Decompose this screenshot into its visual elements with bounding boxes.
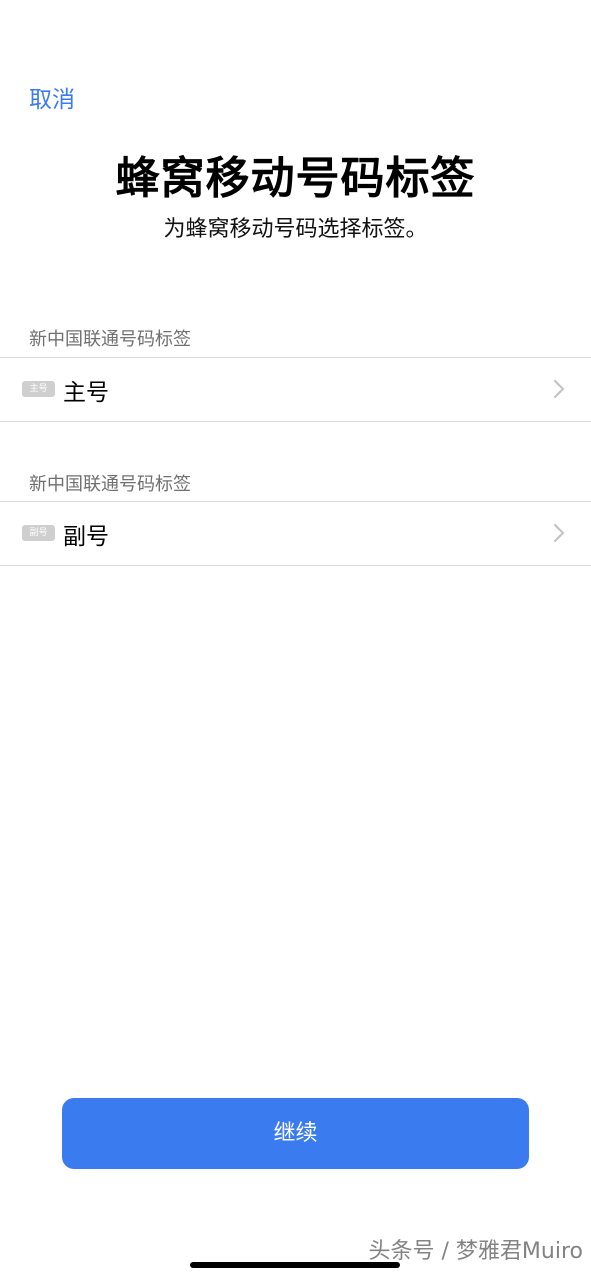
line-row-primary[interactable]: 主号 主号 [0, 357, 591, 422]
line-label-secondary: 副号 [63, 524, 109, 550]
line-badge-secondary: 副号 [22, 525, 55, 541]
cancel-button[interactable]: 取消 [29, 80, 75, 114]
line-badge-primary: 主号 [22, 381, 55, 397]
page-title: 蜂窝移动号码标签 [115, 153, 476, 204]
page-subtitle: 为蜂窝移动号码选择标签。 [163, 217, 428, 242]
cellular-plan-label-screen: 取消 蜂窝移动号码标签 为蜂窝移动号码选择标签。 新中国联通号码标签 主号 主号… [0, 0, 591, 1280]
line-label-primary: 主号 [63, 380, 109, 406]
watermark-text: 头条号 / 梦雅君Muiro [368, 1239, 583, 1264]
chevron-right-icon [553, 379, 565, 399]
section-label-secondary: 新中国联通号码标签 [29, 474, 191, 495]
continue-button[interactable]: 继续 [62, 1098, 529, 1169]
chevron-right-icon [553, 523, 565, 543]
section-label-primary: 新中国联通号码标签 [29, 329, 191, 350]
line-row-secondary[interactable]: 副号 副号 [0, 501, 591, 566]
